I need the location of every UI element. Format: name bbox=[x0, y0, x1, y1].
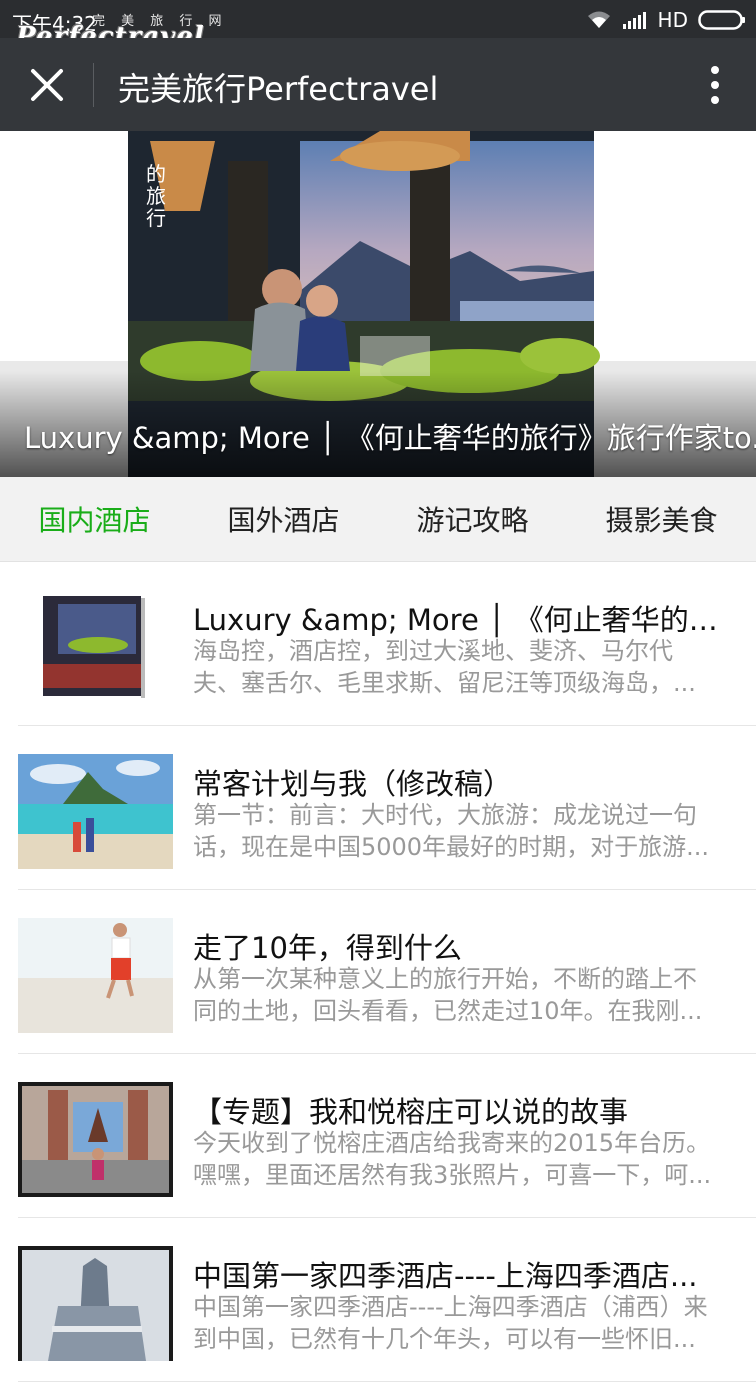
more-menu-button[interactable] bbox=[700, 64, 730, 106]
article-title: 走了10年，得到什么 bbox=[193, 931, 462, 965]
status-bar: 下午4:32 完 美 旅 行 网 Perfectravel HD bbox=[0, 0, 756, 52]
network-type: HD bbox=[657, 8, 688, 32]
title-bar: 完美旅行Perfectravel bbox=[0, 38, 756, 131]
article-thumbnail bbox=[18, 590, 173, 705]
status-indicators: HD bbox=[586, 7, 746, 33]
title-divider bbox=[93, 63, 94, 107]
featured-banner[interactable]: 的 旅 行 Luxury &amp; More │ 《何止奢华的旅行》旅行作家t… bbox=[0, 131, 756, 477]
svg-text:旅: 旅 bbox=[146, 184, 166, 208]
article-thumbnail bbox=[18, 918, 173, 1033]
tab-domestic-hotels[interactable]: 国内酒店 bbox=[0, 477, 189, 561]
battery-icon bbox=[698, 10, 745, 30]
close-button[interactable] bbox=[22, 60, 72, 110]
list-item[interactable]: 走了10年，得到什么 从第一次某种意义上的旅行开始，不断的踏上不 同的土地，回头… bbox=[18, 890, 756, 1054]
article-summary: 海岛控，酒店控，到过大溪地、斐济、马尔代 夫、塞舌尔、毛里求斯、留尼汪等顶级海岛… bbox=[193, 637, 696, 697]
page-title: 完美旅行Perfectravel bbox=[118, 70, 439, 108]
list-item[interactable]: 中国第一家四季酒店----上海四季酒店... 中国第一家四季酒店----上海四季… bbox=[18, 1218, 756, 1382]
list-item[interactable]: 常客计划与我（修改稿） 第一节：前言：大时代，大旅游：成龙说过一句 话，现在是中… bbox=[18, 726, 756, 890]
article-summary: 今天收到了悦榕庄酒店给我寄来的2015年台历。 嘿嘿，里面还居然有我3张照片，可… bbox=[193, 1129, 712, 1189]
article-list: Luxury &amp; More │ 《何止奢华的旅... 海岛控，酒店控，到… bbox=[0, 562, 756, 1382]
article-thumbnail bbox=[18, 1082, 173, 1197]
more-vertical-icon bbox=[711, 66, 719, 104]
tab-photo-food[interactable]: 摄影美食 bbox=[567, 477, 756, 561]
article-summary: 从第一次某种意义上的旅行开始，不断的踏上不 同的土地，回头看看，已然走过10年。… bbox=[193, 965, 703, 1025]
article-summary: 中国第一家四季酒店----上海四季酒店（浦西）来 到中国，已然有十几个年头，可以… bbox=[193, 1293, 708, 1353]
banner-caption: Luxury &amp; More │ 《何止奢华的旅行》旅行作家to... bbox=[24, 421, 756, 455]
article-title: 常客计划与我（修改稿） bbox=[193, 767, 513, 801]
tab-travel-guides[interactable]: 游记攻略 bbox=[378, 477, 567, 561]
article-summary: 第一节：前言：大时代，大旅游：成龙说过一句 话，现在是中国5000年最好的时期，… bbox=[193, 801, 709, 861]
close-icon bbox=[31, 69, 63, 101]
signal-icon bbox=[622, 12, 646, 29]
wifi-icon bbox=[587, 11, 610, 28]
svg-text:行: 行 bbox=[146, 206, 166, 230]
article-title: Luxury &amp; More │ 《何止奢华的旅... bbox=[193, 603, 726, 637]
list-item[interactable]: Luxury &amp; More │ 《何止奢华的旅... 海岛控，酒店控，到… bbox=[18, 562, 756, 726]
category-tabs: 国内酒店 国外酒店 游记攻略 摄影美食 bbox=[0, 477, 756, 562]
article-title: 【专题】我和悦榕庄可以说的故事 bbox=[193, 1095, 629, 1129]
svg-text:的: 的 bbox=[146, 162, 166, 186]
tab-overseas-hotels[interactable]: 国外酒店 bbox=[189, 477, 378, 561]
article-thumbnail bbox=[18, 754, 173, 869]
list-item[interactable]: 【专题】我和悦榕庄可以说的故事 今天收到了悦榕庄酒店给我寄来的2015年台历。 … bbox=[18, 1054, 756, 1218]
article-title: 中国第一家四季酒店----上海四季酒店... bbox=[193, 1259, 698, 1293]
